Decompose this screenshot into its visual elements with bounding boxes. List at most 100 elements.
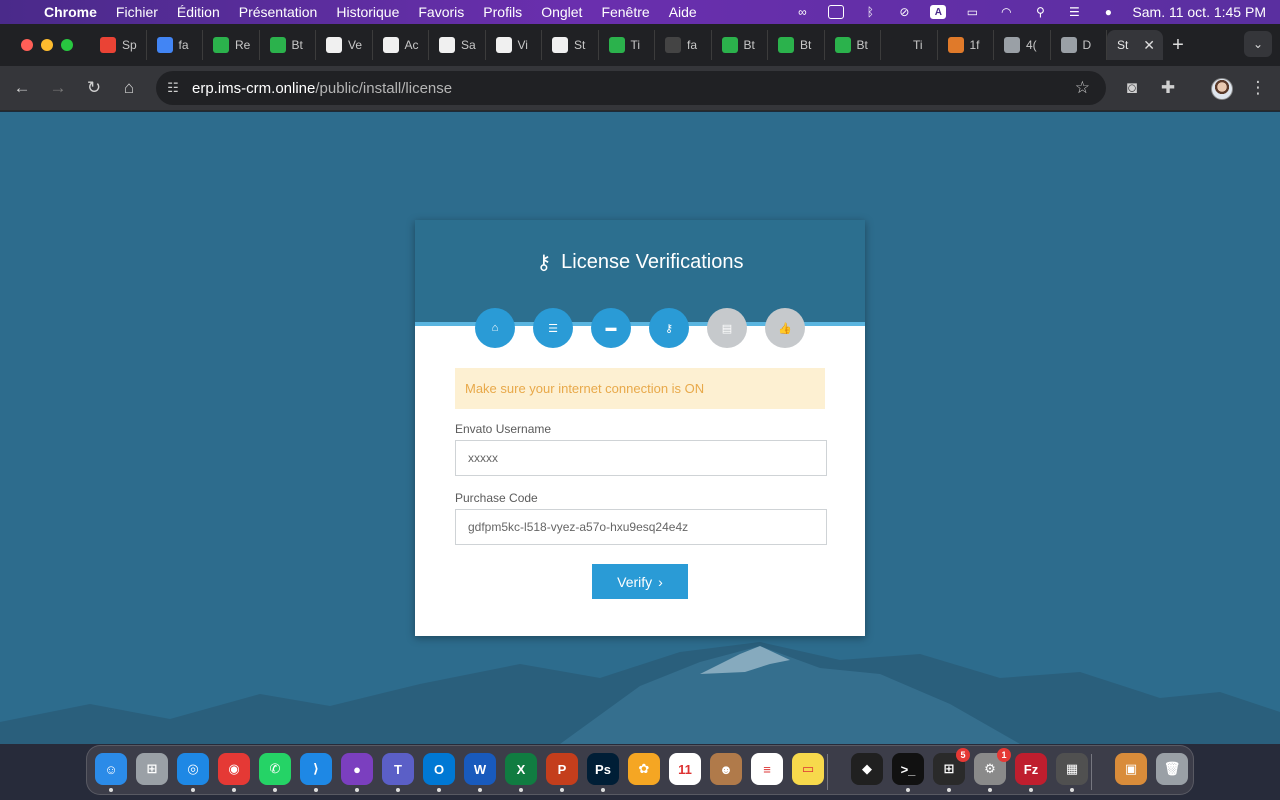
home-button[interactable]: ⌂ — [118, 77, 140, 99]
gmail-icon — [100, 37, 116, 53]
calculator-icon[interactable]: ▦ — [1056, 753, 1088, 792]
verify-button[interactable]: Verify › — [592, 564, 688, 599]
purchase-code-label: Purchase Code — [455, 491, 538, 505]
bookmark-star-icon[interactable]: ☆ — [1075, 78, 1090, 98]
safari-icon[interactable]: ◎ — [177, 753, 209, 792]
tabs: Sp fa Re Bt Ve Ac Sa Vi St Ti fa Bt Bt Bt Ti 1f 4(D St ✕ — [90, 30, 1163, 60]
photos-icon[interactable]: ✿ — [628, 753, 660, 785]
browser-tab[interactable]: Ve — [316, 30, 373, 60]
menu-item-favoris[interactable]: Favoris — [418, 4, 464, 20]
install-steps: ⌂ ☰ ▬ ⚷ ▤ 👍 — [475, 308, 805, 348]
creative-cloud-icon[interactable]: ∞ — [792, 5, 812, 19]
purchase-code-input[interactable] — [455, 509, 827, 545]
menu-item-profils[interactable]: Profils — [483, 4, 522, 20]
profile-avatar[interactable] — [1211, 78, 1233, 100]
menu-item-presentation[interactable]: Présentation — [239, 4, 318, 20]
notes-icon[interactable]: ▭ — [792, 753, 824, 785]
forward-button[interactable]: → — [47, 77, 69, 99]
extensions-icon[interactable]: ✚ — [1157, 77, 1179, 99]
terminal-icon[interactable]: >_ — [892, 753, 924, 792]
browser-tab[interactable]: Bt — [768, 30, 825, 60]
menu-item-aide[interactable]: Aide — [669, 4, 697, 20]
teams-icon[interactable]: T — [382, 753, 414, 792]
browser-tab[interactable]: Sp — [90, 30, 147, 60]
chevron-right-icon: › — [658, 573, 663, 590]
running-indicator — [355, 788, 359, 792]
contacts-icon[interactable]: ☻ — [710, 753, 742, 785]
address-bar[interactable]: ☷ erp.ims-crm.online/public/install/lice… — [156, 71, 1106, 105]
wifi-icon[interactable]: ◠ — [996, 5, 1016, 19]
browser-tab[interactable]: 1f — [938, 30, 994, 60]
browser-tab[interactable]: Ac — [373, 30, 429, 60]
mute-icon[interactable]: ⊘ — [894, 5, 914, 19]
spotlight-search-icon[interactable]: ⚲ — [1030, 5, 1050, 19]
menu-item-fenetre[interactable]: Fenêtre — [601, 4, 649, 20]
word-icon[interactable]: W — [464, 753, 496, 792]
excel-icon[interactable]: X — [505, 753, 537, 792]
launchpad-icon[interactable]: ⊞ — [136, 753, 168, 785]
username-label: Envato Username — [455, 422, 552, 436]
filezilla-icon[interactable]: Fz — [1015, 753, 1047, 792]
archive-icon[interactable]: ▣ — [1115, 753, 1147, 785]
menu-item-onglet[interactable]: Onglet — [541, 4, 582, 20]
reminders-icon[interactable]: ≡ — [751, 753, 783, 785]
zoom-window-button[interactable] — [61, 39, 73, 51]
photoshop-icon[interactable]: Ps — [587, 753, 619, 792]
outlook-icon[interactable]: O — [423, 753, 455, 792]
siri-icon[interactable]: ● — [1098, 5, 1118, 19]
browser-tab[interactable]: Bt — [825, 30, 881, 60]
browser-tab[interactable]: Bt — [260, 30, 316, 60]
github-icon[interactable]: ● — [341, 753, 373, 792]
control-center-icon[interactable]: ☰ — [1064, 5, 1084, 19]
browser-tab[interactable]: D — [1051, 30, 1107, 60]
reload-button[interactable]: ↻ — [83, 77, 105, 99]
running-indicator — [519, 788, 523, 792]
browser-tab[interactable]: Re — [203, 30, 260, 60]
calendar-icon[interactable]: 11 — [669, 753, 701, 785]
menu-item-fichier[interactable]: Fichier — [116, 4, 158, 20]
back-button[interactable]: ← — [11, 77, 33, 99]
powerpoint-icon[interactable]: P — [546, 753, 578, 792]
username-input[interactable] — [455, 440, 827, 476]
input-source-icon[interactable]: A — [928, 5, 948, 19]
vscode-icon[interactable]: ⟩ — [300, 753, 332, 792]
menu-item-historique[interactable]: Historique — [336, 4, 399, 20]
active-tab[interactable]: St ✕ — [1107, 30, 1163, 60]
running-indicator — [1070, 788, 1074, 792]
bluetooth-icon[interactable]: ᛒ — [860, 5, 880, 19]
browser-tab[interactable]: fa — [147, 30, 203, 60]
new-tab-button[interactable]: + — [1168, 34, 1188, 57]
chrome-menu-icon[interactable]: ⋮ — [1247, 77, 1269, 99]
tab-search-button[interactable]: ⌄ — [1244, 31, 1272, 57]
chrome-icon[interactable]: ◉ — [218, 753, 250, 792]
whatsapp-icon[interactable]: ✆ — [259, 753, 291, 792]
tab-label: Ac — [404, 38, 419, 52]
system-settings-icon[interactable]: ⚙ 1 — [974, 748, 1011, 792]
trash-icon[interactable]: 🗑 — [1156, 753, 1188, 785]
menu-app-name[interactable]: Chrome — [44, 4, 97, 20]
screenshot-icon[interactable]: ◙ — [1121, 77, 1143, 99]
browser-tab[interactable]: Ti — [881, 30, 938, 60]
browser-tab[interactable]: fa — [655, 30, 712, 60]
browser-tab[interactable]: Vi — [486, 30, 542, 60]
browser-tab[interactable]: St — [542, 30, 599, 60]
globe-icon — [1060, 37, 1077, 53]
browser-tab[interactable]: 4( — [994, 30, 1051, 60]
browser-tab[interactable]: Bt — [712, 30, 768, 60]
close-window-button[interactable] — [21, 39, 33, 51]
box-icon[interactable]: ◆ — [851, 753, 883, 785]
microsoft-store-icon[interactable]: ⊞ 5 — [933, 748, 970, 792]
screens-icon[interactable] — [826, 5, 846, 19]
tab-strip: Sp fa Re Bt Ve Ac Sa Vi St Ti fa Bt Bt Bt Ti 1f 4(D St ✕ +… — [0, 24, 1280, 66]
battery-icon[interactable]: ▭ — [962, 5, 982, 19]
menu-item-edition[interactable]: Édition — [177, 4, 220, 20]
close-tab-icon[interactable]: ✕ — [1143, 37, 1155, 54]
minimize-window-button[interactable] — [41, 39, 53, 51]
menubar-clock[interactable]: Sam. 11 oct. 1:45 PM — [1132, 4, 1266, 20]
tab-label: Bt — [743, 38, 755, 52]
page-title-text: License Verifications — [561, 251, 744, 273]
site-info-icon[interactable]: ☷ — [164, 79, 182, 97]
browser-tab[interactable]: Sa — [429, 30, 486, 60]
finder-icon[interactable]: ☺ — [95, 753, 127, 792]
browser-tab[interactable]: Ti — [599, 30, 655, 60]
